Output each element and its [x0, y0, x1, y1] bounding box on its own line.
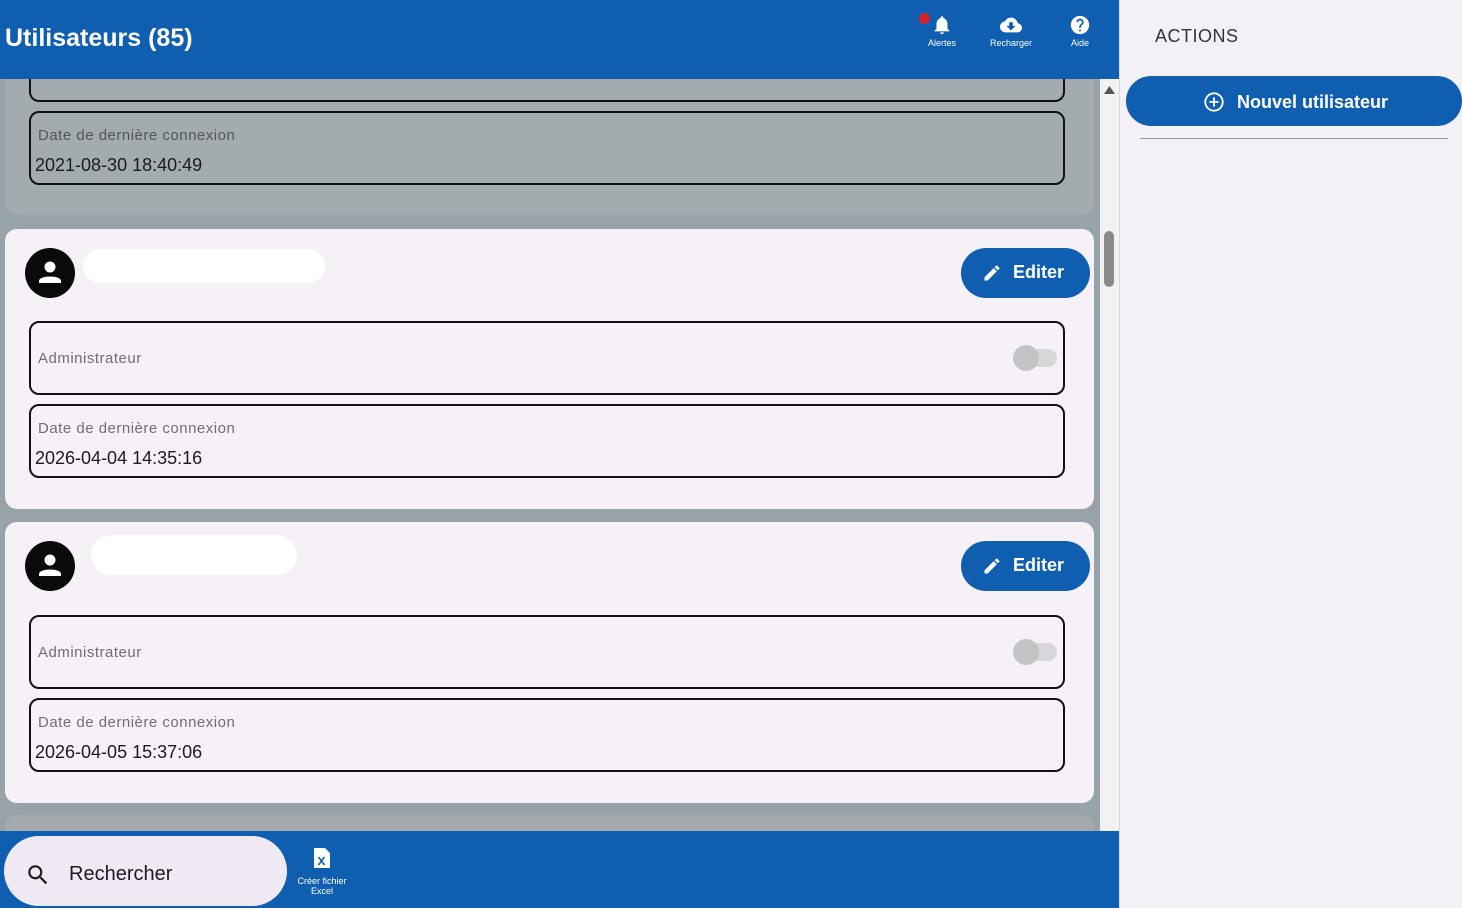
user-card: Editer Administrateur Date de dernière c…: [5, 229, 1094, 509]
last-login-value: 2026-04-04 14:35:16: [35, 448, 203, 468]
admin-label: Administrateur: [38, 644, 142, 661]
user-list[interactable]: Date de dernière connexion 2021-08-30 18…: [0, 79, 1100, 831]
last-login-label: Date de dernière connexion: [38, 127, 236, 144]
search-button[interactable]: Rechercher: [4, 836, 287, 906]
help-icon: [1050, 14, 1110, 36]
last-login-field: Date de dernière connexion 2021-08-30 18…: [29, 111, 1065, 185]
cloud-download-icon: [981, 14, 1041, 36]
add-circle-icon: [1204, 92, 1224, 112]
pencil-icon: [984, 558, 1000, 574]
edit-button[interactable]: Editer: [961, 541, 1090, 591]
redacted-user-name: [91, 535, 297, 575]
admin-label: Administrateur: [38, 350, 142, 367]
avatar: [25, 541, 75, 591]
page-title: Utilisateurs (85): [5, 24, 193, 52]
edit-button[interactable]: Editer: [961, 248, 1090, 298]
admin-toggle[interactable]: [1013, 345, 1057, 371]
app-header: Utilisateurs (85) Alertes Recharger Aide: [0, 0, 1119, 79]
actions-title: ACTIONS: [1155, 26, 1239, 46]
redacted-user-name: [83, 249, 325, 283]
user-card: Editer Administrateur Date de dernière c…: [5, 522, 1094, 803]
admin-toggle[interactable]: [1013, 639, 1057, 665]
last-login-field: Date de dernière connexion 2026-04-04 14…: [29, 404, 1065, 478]
admin-field: Administrateur: [29, 615, 1065, 689]
alerts-label: Alertes: [927, 38, 956, 48]
excel-file-icon: [314, 848, 330, 868]
help-label: Aide: [1070, 38, 1089, 48]
bell-icon: [912, 14, 972, 36]
toggle-knob: [1013, 639, 1039, 665]
reload-button[interactable]: Recharger: [981, 14, 1041, 48]
actions-panel: ACTIONS Nouvel utilisateur: [1119, 0, 1462, 908]
divider: [1140, 138, 1448, 139]
scroll-up-arrow-icon[interactable]: [1103, 85, 1116, 95]
new-user-button[interactable]: Nouvel utilisateur: [1126, 76, 1462, 126]
search-icon: [28, 865, 48, 885]
user-card: Date de dernière connexion 2021-08-30 18…: [5, 79, 1094, 215]
person-icon: [39, 554, 61, 576]
edit-button-label: Editer: [1013, 555, 1065, 575]
edit-button-label: Editer: [1013, 262, 1065, 282]
avatar: [25, 248, 75, 298]
last-login-field: Date de dernière connexion 2026-04-05 15…: [29, 698, 1065, 772]
pencil-icon: [984, 265, 1000, 281]
new-user-label: Nouvel utilisateur: [1237, 92, 1389, 112]
scrollbar-thumb[interactable]: [1104, 231, 1114, 287]
user-card: [5, 815, 1094, 831]
create-excel-button[interactable]: Créer fichier Excel: [292, 847, 352, 896]
search-label: Rechercher: [69, 863, 173, 885]
help-button[interactable]: Aide: [1050, 14, 1110, 48]
toggle-knob: [1013, 345, 1039, 371]
create-excel-label-line1: Créer fichier: [297, 876, 347, 886]
create-excel-label-line2: Excel: [310, 886, 333, 896]
scrollbar[interactable]: [1100, 79, 1119, 831]
reload-label: Recharger: [989, 38, 1033, 48]
bottom-bar: Rechercher Créer fichier Excel: [0, 831, 1119, 908]
last-login-label: Date de dernière connexion: [38, 420, 236, 437]
last-login-value: 2021-08-30 18:40:49: [35, 155, 203, 175]
admin-field: Administrateur: [29, 321, 1065, 395]
alerts-button[interactable]: Alertes: [912, 14, 972, 48]
admin-field: [29, 79, 1065, 102]
last-login-label: Date de dernière connexion: [38, 714, 236, 731]
last-login-value: 2026-04-05 15:37:06: [35, 742, 203, 762]
person-icon: [39, 261, 61, 283]
